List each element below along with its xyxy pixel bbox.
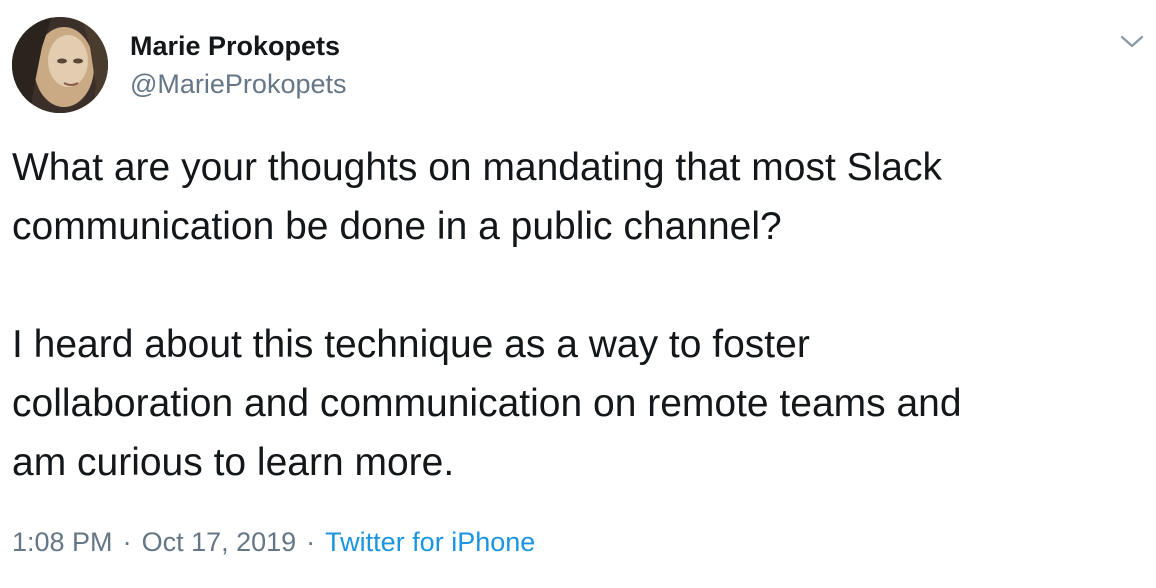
tweet-text: What are your thoughts on mandating that…: [12, 138, 1132, 492]
tweet-paragraph-break: [12, 256, 1132, 315]
meta-separator: ·: [306, 527, 316, 557]
tweet-line: I heard about this technique as a way to…: [12, 323, 810, 366]
avatar-photo: [12, 17, 108, 113]
tweet-card: Marie Prokopets @MarieProkopets What are…: [0, 0, 1156, 588]
author-handle[interactable]: @MarieProkopets: [130, 69, 347, 100]
author-name[interactable]: Marie Prokopets: [130, 31, 340, 62]
tweet-line: collaboration and communication on remot…: [12, 382, 962, 425]
more-options-button[interactable]: [1118, 30, 1146, 54]
tweet-time[interactable]: 1:08 PM: [12, 527, 113, 557]
tweet-line: What are your thoughts on mandating that…: [12, 146, 943, 189]
avatar[interactable]: [12, 17, 108, 113]
chevron-down-icon: [1120, 35, 1144, 48]
tweet-meta: 1:08 PM · Oct 17, 2019 · Twitter for iPhone: [12, 527, 535, 558]
tweet-source-link[interactable]: Twitter for iPhone: [325, 527, 535, 557]
tweet-line: am curious to learn more.: [12, 441, 455, 484]
tweet-line: communication be done in a public channe…: [12, 205, 782, 248]
tweet-date[interactable]: Oct 17, 2019: [142, 527, 297, 557]
meta-separator: ·: [122, 527, 132, 557]
